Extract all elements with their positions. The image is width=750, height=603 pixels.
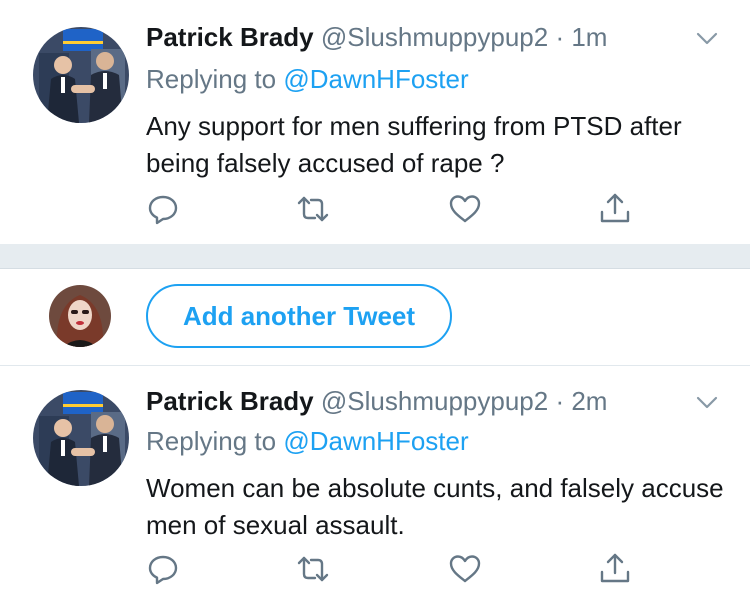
- retweet-icon[interactable]: [296, 192, 330, 226]
- tweet[interactable]: Patrick Brady @Slushmuppypup2 · 2m Reply…: [0, 366, 750, 603]
- chevron-down-icon[interactable]: [696, 394, 718, 412]
- avatar[interactable]: [33, 390, 129, 486]
- avatar-photo: [33, 27, 129, 123]
- user-avatar-photo: [49, 285, 111, 347]
- author-name[interactable]: Patrick Brady: [146, 386, 314, 416]
- add-another-tweet-button[interactable]: Add another Tweet: [146, 284, 452, 348]
- replying-to: Replying to @DawnHFoster: [146, 426, 469, 457]
- replying-prefix: Replying to: [146, 64, 277, 94]
- replying-mention-link[interactable]: @DawnHFoster: [283, 64, 468, 94]
- chevron-down-icon[interactable]: [696, 30, 718, 48]
- avatar[interactable]: [33, 27, 129, 123]
- heart-icon[interactable]: [448, 552, 482, 586]
- tweet[interactable]: Patrick Brady @Slushmuppypup2 · 1m Reply…: [0, 0, 750, 244]
- author-handle[interactable]: @Slushmuppypup2: [321, 22, 548, 52]
- tweet-header: Patrick Brady @Slushmuppypup2 · 1m: [146, 22, 607, 53]
- tweet-text: Any support for men suffering from PTSD …: [146, 111, 682, 178]
- replying-prefix: Replying to: [146, 426, 277, 456]
- tweet-header: Patrick Brady @Slushmuppypup2 · 2m: [146, 386, 607, 417]
- heart-icon[interactable]: [448, 192, 482, 226]
- tweet-actions: [146, 192, 646, 228]
- retweet-icon[interactable]: [296, 552, 330, 586]
- reply-icon[interactable]: [146, 192, 180, 226]
- separator-dot: ·: [555, 22, 565, 52]
- tweet-time[interactable]: 1m: [571, 22, 607, 52]
- replying-to: Replying to @DawnHFoster: [146, 64, 469, 95]
- tweet-time[interactable]: 2m: [571, 386, 607, 416]
- author-name[interactable]: Patrick Brady: [146, 22, 314, 52]
- replying-mention-link[interactable]: @DawnHFoster: [283, 426, 468, 456]
- share-icon[interactable]: [598, 552, 632, 586]
- avatar-photo: [33, 390, 129, 486]
- compose-row: Add another Tweet: [0, 269, 750, 365]
- tweet-actions: [146, 552, 646, 588]
- section-separator: [0, 244, 750, 269]
- author-handle[interactable]: @Slushmuppypup2: [321, 386, 548, 416]
- separator-dot: ·: [555, 386, 565, 416]
- share-icon[interactable]: [598, 192, 632, 226]
- tweet-text: Women can be absolute cunts, and falsely…: [146, 473, 724, 540]
- avatar[interactable]: [49, 285, 111, 347]
- reply-icon[interactable]: [146, 552, 180, 586]
